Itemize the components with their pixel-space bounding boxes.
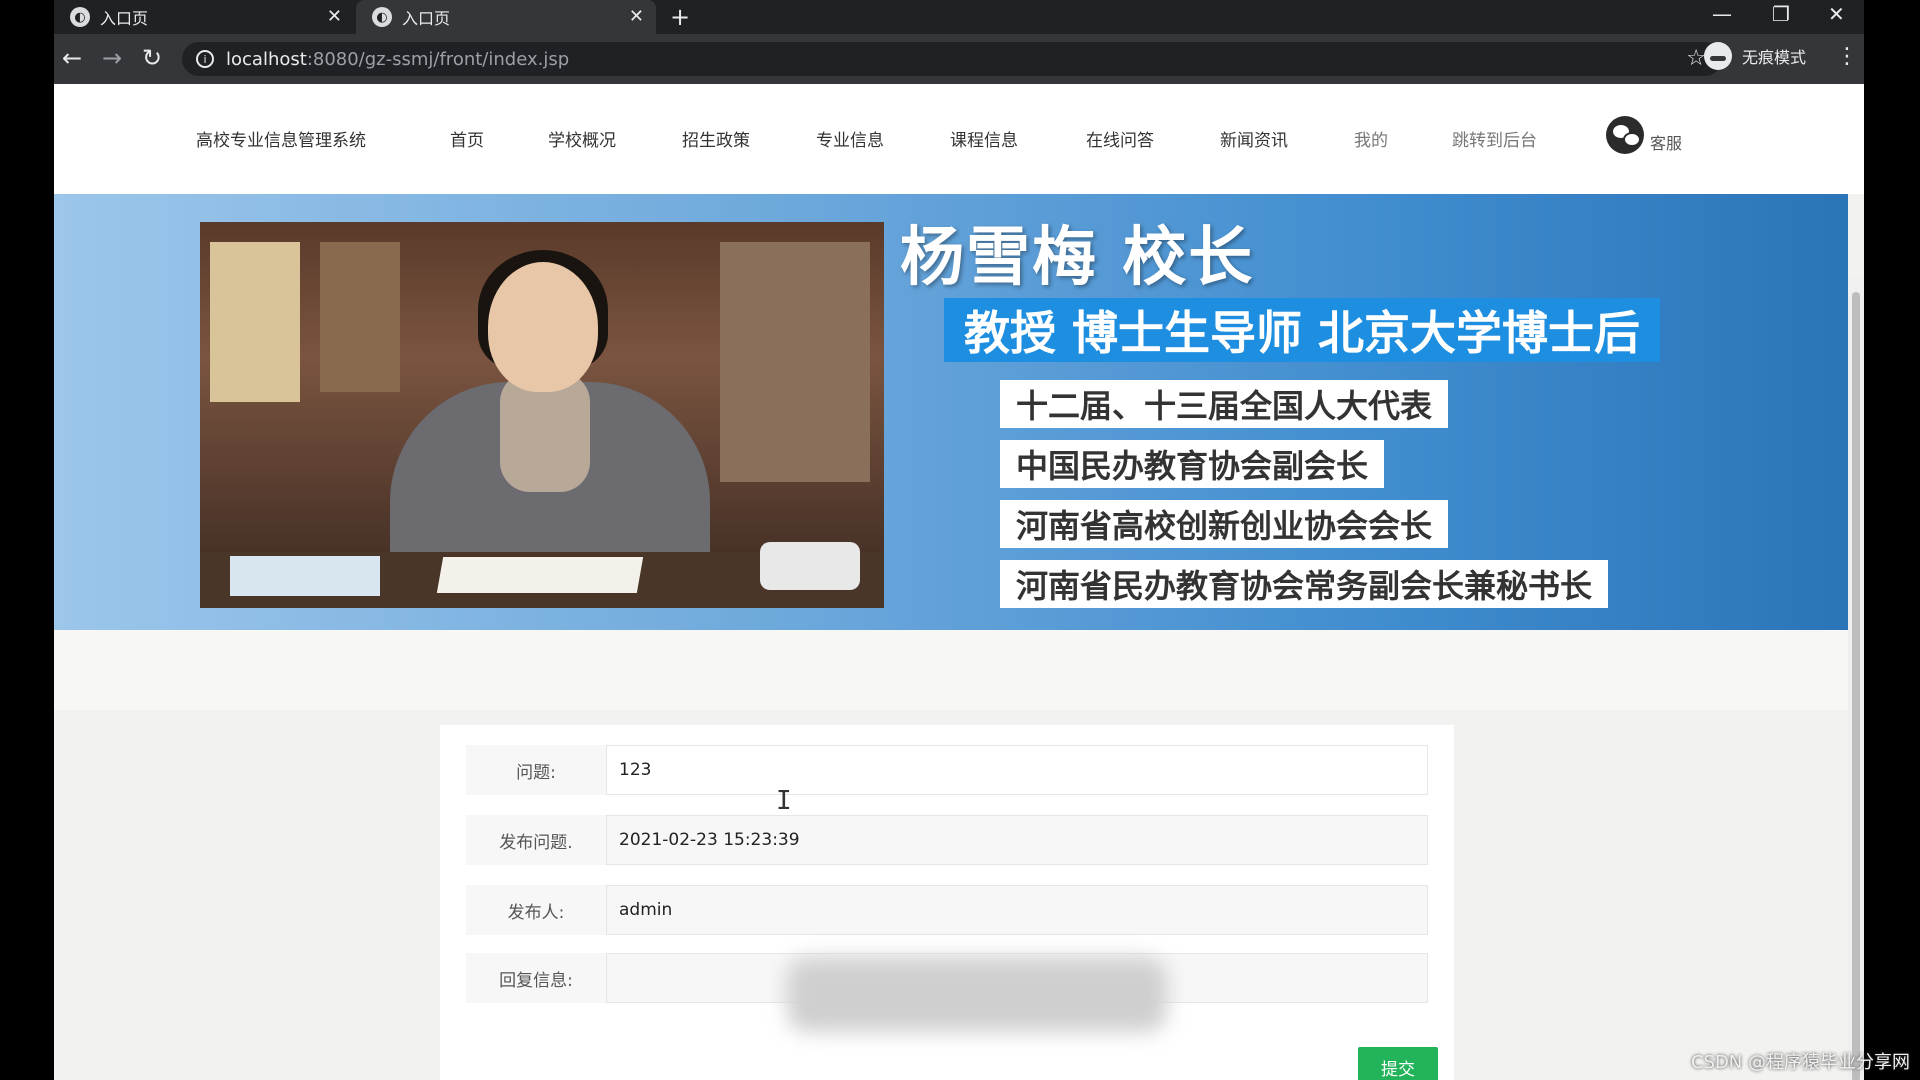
watermark: CSDN @程序猿毕业分享网 [1690,1052,1910,1073]
banner-name: 杨雪梅 校长 [900,221,1255,295]
bookshelf [320,242,400,392]
back-icon[interactable]: ← [62,44,82,72]
banner-role: 十二届、十三届全国人大代表 [1000,380,1449,428]
content-band [54,630,1848,710]
blurred-region [787,958,1167,1032]
reply-label: 回复信息: [466,953,606,1003]
author-value: admin [619,900,673,920]
nav-admissions[interactable]: 招生政策 [682,126,750,151]
question-label: 问题: [466,745,606,795]
open-book [436,557,644,593]
site-navbar: 高校专业信息管理系统 首页 学校概况 招生政策 专业信息 课程信息 在线问答 新… [54,84,1864,194]
bookshelf [720,242,870,482]
minimize-icon[interactable]: — [1712,2,1732,26]
nav-online-qa[interactable]: 在线问答 [1086,126,1154,151]
url-path: :8080/gz-ssmj/front/index.jsp [306,48,570,70]
question-row: 问题: [466,745,1428,795]
publish-time-row: 发布问题. 2021-02-23 15:23:39 [466,815,1428,865]
globe-icon: ◐ [372,7,392,27]
author-row: 发布人: admin [466,885,1428,935]
banner-role: 中国民办教育协会副会长 [1000,440,1385,488]
nav-courses[interactable]: 课程信息 [950,126,1018,151]
address-bar[interactable]: i localhost :8080/gz-ssmj/front/index.js… [182,42,1722,76]
chat-bubble-icon [1606,116,1644,154]
nav-majors[interactable]: 专业信息 [816,126,884,151]
page-scrollbar[interactable] [1848,278,1864,1080]
info-icon[interactable]: i [196,50,214,68]
close-icon[interactable]: ✕ [327,6,342,27]
question-input[interactable] [607,746,1427,794]
incognito-label: 无痕模式 [1742,48,1807,67]
books [230,556,380,596]
tab-strip: ◐ 入口页 ✕ ◐ 入口页 ✕ + — ❐ ✕ [54,0,1864,34]
new-tab-button[interactable]: + [670,3,690,31]
author-field: admin [606,885,1428,935]
tab-title: 入口页 [100,9,149,28]
principal-photo [200,222,884,608]
browser-tab-1[interactable]: ◐ 入口页 ✕ [54,0,354,34]
scrollbar-thumb[interactable] [1852,292,1860,1080]
question-field[interactable] [606,745,1428,795]
globe-icon: ◐ [70,7,90,27]
close-icon[interactable]: ✕ [629,6,644,27]
reply-field[interactable] [606,953,1428,1032]
nav-admin-link[interactable]: 跳转到后台 [1452,126,1537,151]
publish-time-field: 2021-02-23 15:23:39 [606,815,1428,865]
publish-time-label: 发布问题. [466,815,606,865]
incognito-indicator[interactable]: 无痕模式 [1704,42,1806,70]
nav-news[interactable]: 新闻资讯 [1220,126,1288,151]
customer-service-label: 客服 [1650,134,1683,153]
menu-kebab-icon[interactable]: ⋮ [1836,44,1858,69]
browser-toolbar: ← → ↻ i localhost :8080/gz-ssmj/front/in… [54,34,1864,84]
qa-detail-card: 问题: 发布问题. 2021-02-23 15:23:39 发布人: admin… [440,725,1454,1080]
bookshelf [210,242,300,402]
author-label: 发布人: [466,885,606,935]
nav-school-overview[interactable]: 学校概况 [548,126,616,151]
banner-role: 河南省高校创新创业协会会长 [1000,500,1449,548]
url-host: localhost [226,48,307,70]
desk-phone [760,542,860,590]
publish-time-value: 2021-02-23 15:23:39 [619,830,800,850]
close-window-icon[interactable]: ✕ [1828,2,1845,26]
submit-button[interactable]: 提交 [1358,1047,1438,1080]
text-cursor-icon: I [776,786,792,816]
site-brand[interactable]: 高校专业信息管理系统 [196,126,366,151]
incognito-icon [1704,42,1732,70]
browser-tab-2[interactable]: ◐ 入口页 ✕ [356,0,656,34]
nav-mine[interactable]: 我的 [1354,126,1388,151]
banner-role: 河南省民办教育协会常务副会长兼秘书长 [1000,560,1609,608]
person-face [488,262,598,392]
customer-service-button[interactable]: 客服 [1606,116,1682,154]
forward-icon[interactable]: → [102,44,122,72]
browser-window: ◐ 入口页 ✕ ◐ 入口页 ✕ + — ❐ ✕ ← → ↻ i localhos… [54,0,1864,1080]
reply-row: 回复信息: [466,953,1428,1032]
restore-icon[interactable]: ❐ [1772,2,1790,26]
web-page: 高校专业信息管理系统 首页 学校概况 招生政策 专业信息 课程信息 在线问答 新… [54,84,1864,1080]
hero-banner: 杨雪梅 校长 教授 博士生导师 北京大学博士后 十二届、十三届全国人大代表 中国… [54,194,1848,630]
tab-title: 入口页 [402,9,451,28]
reload-icon[interactable]: ↻ [142,44,162,72]
nav-home[interactable]: 首页 [450,126,484,151]
banner-titles: 教授 博士生导师 北京大学博士后 [944,298,1661,362]
